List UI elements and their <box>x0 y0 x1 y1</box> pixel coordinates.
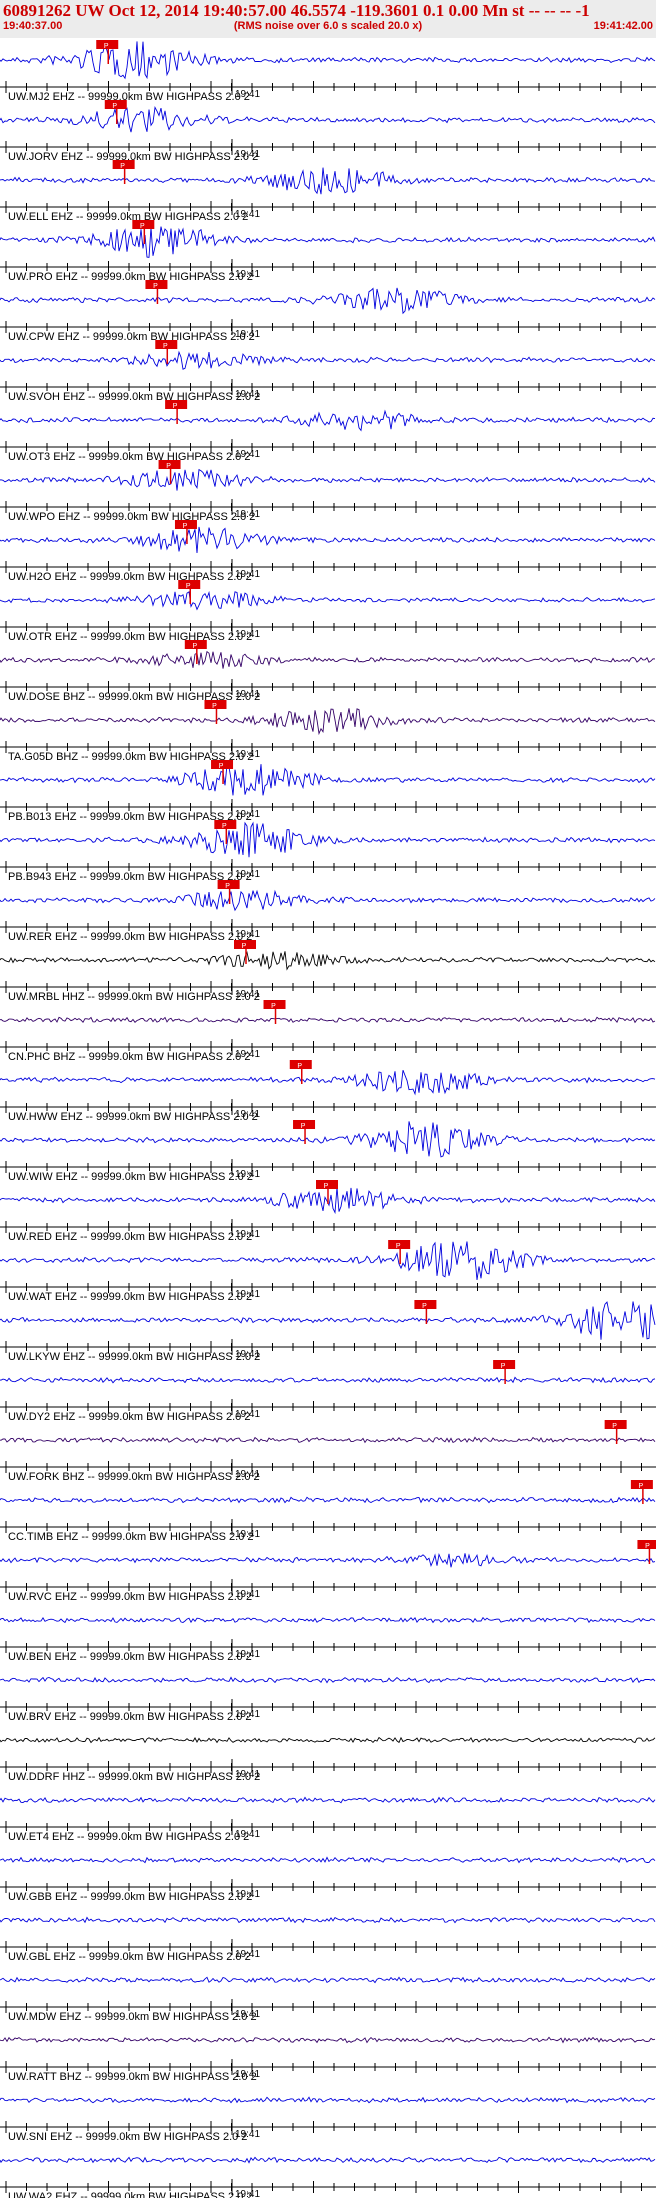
pick-label-12: P <box>219 763 224 770</box>
trace-31 <box>0 1916 656 1924</box>
pick-label-19: P <box>324 1183 329 1190</box>
station-label-23: UW.FORK BHZ -- 99999.0km BW HIGHPASS 2.0… <box>8 1471 260 1483</box>
station-label-6: UW.OT3 EHZ -- 99999.0km BW HIGHPASS 2.0 … <box>8 451 250 463</box>
trace-1 <box>0 105 656 133</box>
pick-label-15: P <box>242 943 247 950</box>
station-label-22: UW.DY2 EHZ -- 99999.0km BW HIGHPASS 2.0 … <box>8 1411 250 1423</box>
station-label-4: UW.CPW EHZ -- 99999.0km BW HIGHPASS 2.0 … <box>8 331 255 343</box>
pick-label-13: P <box>222 823 227 830</box>
pick-label-17: P <box>297 1063 302 1070</box>
station-label-25: UW.RVC EHZ -- 99999.0km BW HIGHPASS 2.0 … <box>8 1591 252 1603</box>
station-label-31: UW.GBL EHZ -- 99999.0km BW HIGHPASS 2.0 … <box>8 1951 251 1963</box>
station-label-8: UW.H2O EHZ -- 99999.0km BW HIGHPASS 2.0 … <box>8 571 252 583</box>
trace-35 <box>0 2156 656 2164</box>
trace-29 <box>0 1796 656 1804</box>
station-label-35: UW.WA2 EHZ -- 99999.0km BW HIGHPASS 2.0 … <box>8 2191 253 2198</box>
trace-2 <box>0 167 656 195</box>
station-label-20: UW.WAT EHZ -- 99999.0km BW HIGHPASS 2.0 … <box>8 1291 252 1303</box>
trace-21 <box>0 1301 656 1340</box>
station-label-30: UW.GBB EHZ -- 99999.0km BW HIGHPASS 2.0 … <box>8 1891 252 1903</box>
station-label-17: UW.HWW EHZ -- 99999.0km BW HIGHPASS 2.0 … <box>8 1111 258 1123</box>
trace-11 <box>0 708 656 736</box>
station-label-15: UW.MRBL HHZ -- 99999.0km BW HIGHPASS 2.0… <box>8 991 260 1003</box>
station-label-16: CN.PHC BHZ -- 99999.0km BW HIGHPASS 2.0 … <box>8 1051 250 1063</box>
trace-18 <box>0 1121 656 1158</box>
trace-30 <box>0 1856 656 1864</box>
plot-header: 60891262 UW Oct 12, 2014 19:40:57.00 46.… <box>0 0 656 38</box>
pick-label-4: P <box>153 283 158 290</box>
station-label-28: UW.DDRF HHZ -- 99999.0km BW HIGHPASS 2.0… <box>8 1771 260 1783</box>
end-time: 19:41:42.00 <box>593 20 653 32</box>
pick-label-20: P <box>396 1243 401 1250</box>
trace-14 <box>0 889 656 912</box>
pick-label-7: P <box>166 463 171 470</box>
station-label-5: UW.SVOH EHZ -- 99999.0km BW HIGHPASS 2.0… <box>8 391 260 403</box>
station-label-24: CC.TIMB EHZ -- 99999.0km BW HIGHPASS 2.0… <box>8 1531 254 1543</box>
trace-27 <box>0 1676 656 1684</box>
trace-33 <box>0 2036 656 2044</box>
pick-label-14: P <box>225 883 230 890</box>
station-label-29: UW.ET4 EHZ -- 99999.0km BW HIGHPASS 2.0 … <box>8 1831 249 1843</box>
event-title: 60891262 UW Oct 12, 2014 19:40:57.00 46.… <box>3 1 590 20</box>
trace-4 <box>0 287 656 315</box>
station-label-3: UW.PRO EHZ -- 99999.0km BW HIGHPASS 2.0 … <box>8 271 253 283</box>
pick-label-16: P <box>271 1003 276 1010</box>
station-label-27: UW.BRV EHZ -- 99999.0km BW HIGHPASS 2.0 … <box>8 1711 252 1723</box>
station-label-0: UW.MJ2 EHZ -- 99999.0km BW HIGHPASS 2.0 … <box>8 91 250 103</box>
station-label-33: UW.RATT BHZ -- 99999.0km BW HIGHPASS 2.0… <box>8 2071 257 2083</box>
trace-13 <box>0 821 656 858</box>
trace-8 <box>0 526 656 554</box>
station-label-34: UW.SNI EHZ -- 99999.0km BW HIGHPASS 2.0 … <box>8 2131 247 2143</box>
station-label-9: UW.OTR EHZ -- 99999.0km BW HIGHPASS 2.0 … <box>8 631 252 643</box>
pick-label-9: P <box>186 583 191 590</box>
trace-25 <box>0 1552 656 1568</box>
pick-label-10: P <box>192 643 197 650</box>
trace-34 <box>0 2096 656 2104</box>
trace-17 <box>0 1070 656 1096</box>
trace-10 <box>0 650 656 669</box>
trace-20 <box>0 1241 656 1280</box>
pick-label-25: P <box>645 1543 650 1550</box>
station-label-19: UW.RED EHZ -- 99999.0km BW HIGHPASS 2.0 … <box>8 1231 252 1243</box>
station-label-26: UW.BEN EHZ -- 99999.0km BW HIGHPASS 2.0 … <box>8 1651 252 1663</box>
pick-label-3: P <box>140 223 145 230</box>
station-label-18: UW.WIW EHZ -- 99999.0km BW HIGHPASS 2.0 … <box>8 1171 253 1183</box>
trace-22 <box>0 1376 656 1384</box>
trace-28 <box>0 1736 656 1744</box>
station-label-14: UW.RER EHZ -- 99999.0km BW HIGHPASS 2.0 … <box>8 931 252 943</box>
trace-12 <box>0 763 656 796</box>
trace-32 <box>0 1976 656 1984</box>
pick-label-2: P <box>120 163 125 170</box>
pick-label-23: P <box>612 1423 617 1430</box>
station-label-32: UW.MDW EHZ -- 99999.0km BW HIGHPASS 2.0 … <box>8 2011 257 2023</box>
pick-label-1: P <box>112 103 117 110</box>
trace-16 <box>0 1016 656 1024</box>
seismogram-plot: 19:41UW.MJ2 EHZ -- 99999.0km BW HIGHPASS… <box>0 40 656 2198</box>
station-label-13: PB.B943 EHZ -- 99999.0km BW HIGHPASS 2.0… <box>8 871 252 883</box>
pick-label-5: P <box>163 343 168 350</box>
station-label-7: UW.WPO EHZ -- 99999.0km BW HIGHPASS 2.0 … <box>8 511 255 523</box>
pick-label-8: P <box>183 523 188 530</box>
station-label-2: UW.ELL EHZ -- 99999.0km BW HIGHPASS 2.0 … <box>8 211 248 223</box>
trace-15 <box>0 950 656 971</box>
trace-3 <box>0 226 656 258</box>
pick-label-11: P <box>212 703 217 710</box>
trace-7 <box>0 468 656 491</box>
trace-6 <box>0 409 656 432</box>
pick-label-22: P <box>501 1363 506 1370</box>
rms-note: (RMS noise over 6.0 s scaled 20.0 x) <box>233 20 423 32</box>
pick-label-6: P <box>173 403 178 410</box>
pick-label-24: P <box>639 1483 644 1490</box>
trace-26 <box>0 1616 656 1624</box>
trace-23 <box>0 1436 656 1444</box>
pick-label-0: P <box>104 43 109 50</box>
trace-5 <box>0 350 656 370</box>
pick-label-21: P <box>422 1303 427 1310</box>
trace-9 <box>0 590 656 611</box>
station-label-21: UW.LKYW EHZ -- 99999.0km BW HIGHPASS 2.0… <box>8 1351 260 1363</box>
pick-label-18: P <box>301 1123 306 1130</box>
trace-24 <box>0 1496 656 1504</box>
